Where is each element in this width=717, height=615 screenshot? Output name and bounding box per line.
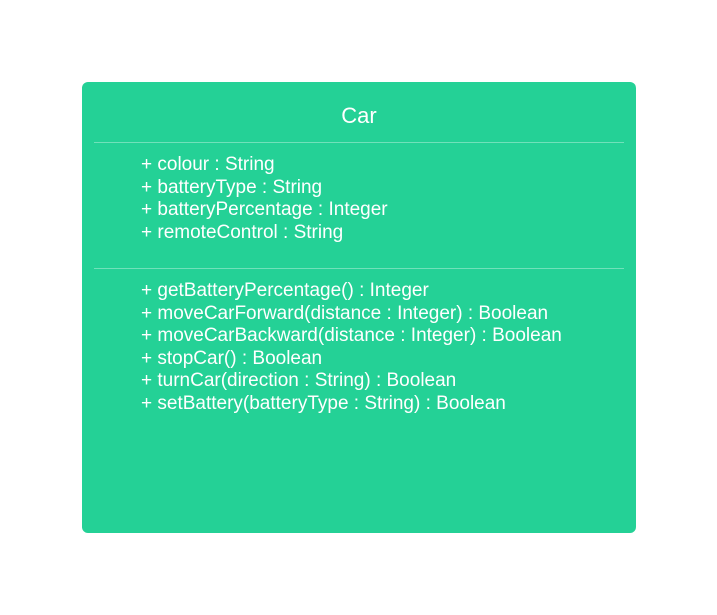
operation: + moveCarForward(distance : Integer) : B… <box>141 302 549 324</box>
operation: + stopCar() : Boolean <box>141 347 323 369</box>
operation: + getBatteryPercentage() : Integer <box>141 280 429 301</box>
attribute: + colour : String <box>141 154 275 175</box>
uml-class-car: Car + colour : String + batteryType : St… <box>82 82 636 533</box>
name-divider <box>94 142 624 143</box>
operation: + moveCarBackward(distance : Integer) : … <box>141 325 562 346</box>
attribute: + batteryPercentage : Integer <box>141 199 388 220</box>
attribute: + remoteControl : String <box>141 221 344 243</box>
attributes-divider <box>94 268 624 269</box>
attributes-section: + colour : String + batteryType : String… <box>141 154 388 244</box>
operation: + turnCar(direction : String) : Boolean <box>141 370 457 391</box>
operations-section: + getBatteryPercentage() : Integer + mov… <box>141 280 562 415</box>
operation: + setBattery(batteryType : String) : Boo… <box>141 392 506 414</box>
attribute: + batteryType : String <box>141 176 323 198</box>
class-name: Car <box>341 103 377 128</box>
diagram-canvas: Car + colour : String + batteryType : St… <box>0 0 717 615</box>
